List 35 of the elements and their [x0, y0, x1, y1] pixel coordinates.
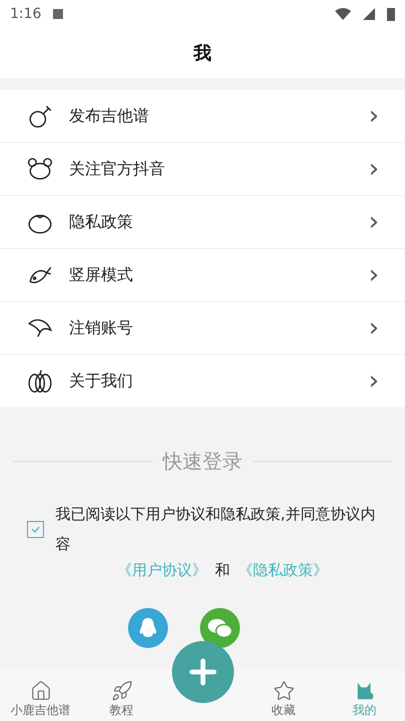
chevron-icon: › — [368, 209, 379, 235]
chat-login-button[interactable] — [200, 608, 240, 648]
section-title: 快速登录 — [162, 448, 242, 475]
chevron-icon: › — [368, 103, 379, 129]
wifi-icon — [335, 8, 351, 20]
menu-item[interactable]: 关于我们 › — [0, 355, 405, 407]
penguin-icon — [138, 617, 156, 639]
battery-icon — [387, 7, 395, 21]
menu-item[interactable]: 隐私政策 › — [0, 196, 405, 249]
joiner-text: 和 — [215, 561, 230, 580]
menu-item[interactable]: 发布吉他谱 › — [0, 90, 405, 143]
page-title: 我 — [194, 42, 212, 65]
menu-item[interactable]: 关注官方抖音 › — [0, 143, 405, 196]
check-icon — [30, 526, 40, 532]
menu-item[interactable]: 注销账号 › — [0, 302, 405, 355]
nav-tab[interactable]: 教程 — [81, 670, 162, 721]
menu-item[interactable]: 竖屏模式 › — [0, 249, 405, 302]
nav-tab[interactable]: 收藏 — [243, 670, 324, 721]
agreement-text: 我已阅读以下用户协议和隐私政策,并同意协议内容 — [56, 504, 376, 555]
bear-face-icon — [27, 156, 53, 182]
signal-icon — [363, 8, 375, 20]
chevron-icon: › — [368, 156, 379, 182]
chevron-icon: › — [368, 262, 379, 288]
agree-checkbox[interactable] — [26, 520, 44, 538]
penguin-login-button[interactable] — [128, 608, 168, 648]
house-icon — [30, 680, 52, 702]
star-icon — [272, 680, 294, 702]
chevron-icon: › — [368, 368, 379, 394]
status-time: 1:16 — [10, 6, 42, 22]
nav-tab[interactable]: 小鹿吉他谱 — [0, 670, 81, 721]
chevron-icon: › — [368, 315, 379, 341]
chat-bubbles-icon — [206, 617, 232, 639]
rocket-icon — [110, 680, 132, 702]
pumpkin-icon — [27, 368, 53, 394]
notification-icon — [53, 9, 64, 19]
